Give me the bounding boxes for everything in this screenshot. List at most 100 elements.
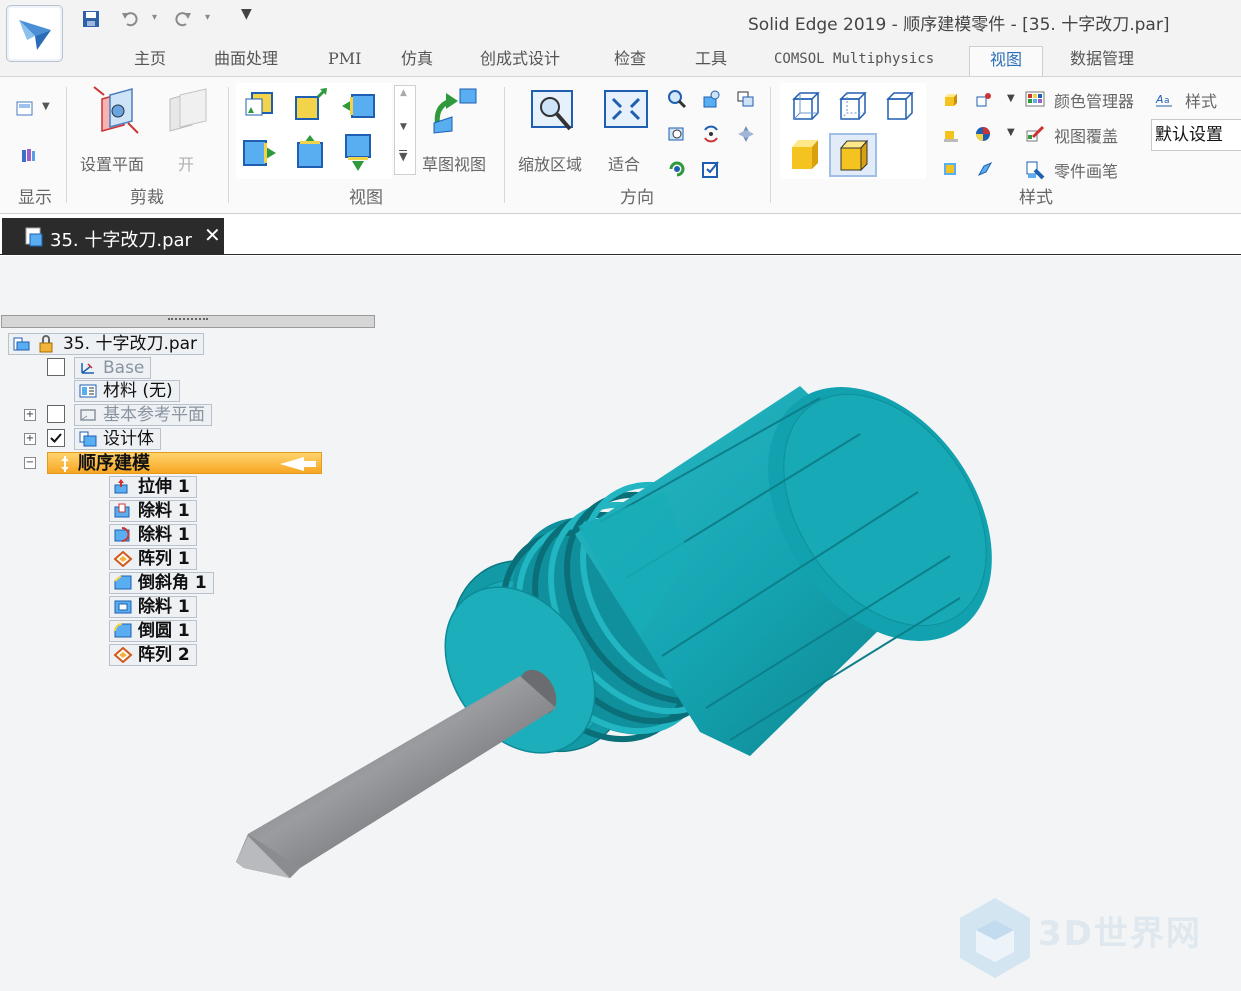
redo-icon[interactable] xyxy=(173,9,193,29)
gallery-expand-icon[interactable]: ▼ xyxy=(399,150,408,162)
view-bottom-icon[interactable] xyxy=(294,133,326,171)
tab-comsol[interactable]: COMSOL Multiphysics xyxy=(774,46,934,76)
undo-icon[interactable] xyxy=(120,9,140,29)
color-manager-icon[interactable] xyxy=(1025,90,1045,108)
gallery-scroll-down-icon[interactable]: ▼ xyxy=(400,122,407,132)
pathfinder-grip[interactable] xyxy=(1,315,375,328)
color-bars-icon[interactable] xyxy=(20,147,38,165)
tab-surfacing[interactable]: 曲面处理 xyxy=(214,46,278,76)
tab-data-management[interactable]: 数据管理 xyxy=(1070,46,1134,76)
design-body-expand-icon[interactable]: + xyxy=(24,433,36,445)
shaded-with-edges-selected[interactable] xyxy=(829,133,877,177)
tree-node-material-label: 材料 (无) xyxy=(74,380,180,402)
perspective-icon[interactable] xyxy=(976,160,994,178)
look-at-icon[interactable] xyxy=(736,124,756,144)
visible-edges-icon[interactable] xyxy=(884,91,916,123)
tree-root-label: 35. 十字改刀.par xyxy=(8,333,205,355)
base-checkbox[interactable] xyxy=(47,358,65,376)
view-overrides-icon[interactable] xyxy=(1025,125,1045,143)
tab-pmi[interactable]: PMI xyxy=(328,46,361,76)
sketch-view-label[interactable]: 草图视图 xyxy=(422,151,486,175)
styles-icon[interactable]: Aa xyxy=(1155,91,1173,109)
undo-dropdown-icon[interactable]: ▾ xyxy=(152,12,172,32)
box-shading-icon[interactable] xyxy=(942,91,960,109)
tab-generative-design[interactable]: 创成式设计 xyxy=(480,46,560,76)
set-plane-label[interactable]: 设置平面 xyxy=(80,151,144,175)
display-panes-icon[interactable] xyxy=(16,99,38,119)
redo-dropdown-icon[interactable]: ▾ xyxy=(205,12,225,32)
reference-plane-icon xyxy=(80,409,96,421)
fit-label[interactable]: 适合 xyxy=(608,151,640,175)
view-right-icon[interactable] xyxy=(340,91,376,121)
background-dropdown-icon[interactable]: ▼ xyxy=(1007,127,1015,138)
gallery-scroll[interactable]: ▲ ▼ ▼ xyxy=(394,85,416,175)
tab-view[interactable]: 视图 xyxy=(969,46,1044,76)
feature-label: 阵列 2 xyxy=(109,644,197,666)
sequential-icon xyxy=(61,456,69,472)
clip-open-icon[interactable] xyxy=(166,87,210,133)
fit-icon[interactable] xyxy=(603,89,649,131)
graphics-viewport[interactable]: 35. 十字改刀.par Base 材料 (无) + 基本参考平面 + 设计体 … xyxy=(0,256,1241,991)
sequential-collapse-icon[interactable]: − xyxy=(24,457,36,469)
pattern-icon xyxy=(113,551,133,567)
tab-tools[interactable]: 工具 xyxy=(695,46,727,76)
pan-icon[interactable] xyxy=(701,89,721,109)
view-left-icon[interactable] xyxy=(242,137,278,169)
ribbon-separator xyxy=(770,87,771,203)
sequential-label: 顺序建模 xyxy=(78,453,150,474)
design-body-checkbox[interactable] xyxy=(47,429,65,447)
rollback-marker-icon[interactable] xyxy=(280,457,320,471)
view-front-icon[interactable] xyxy=(244,91,274,121)
shaded-view-icon[interactable] xyxy=(788,137,822,173)
group-label-orient: 方向 xyxy=(620,188,654,208)
view-back-icon[interactable] xyxy=(342,133,372,173)
view-style-select[interactable]: 默认设置 xyxy=(1151,119,1241,151)
customize-quick-access-icon[interactable]: ▼ xyxy=(241,6,261,26)
lighting-icon[interactable] xyxy=(974,91,994,109)
box-reflection-icon[interactable] xyxy=(942,160,960,178)
spin-about-icon[interactable] xyxy=(667,159,687,179)
tab-simulation[interactable]: 仿真 xyxy=(401,46,433,76)
copy-view-icon[interactable] xyxy=(736,89,756,109)
rotate-icon[interactable] xyxy=(701,124,721,144)
tab-inspect[interactable]: 检查 xyxy=(614,46,646,76)
tab-home[interactable]: 主页 xyxy=(134,46,166,76)
application-button[interactable] xyxy=(6,5,63,62)
part-painter-icon[interactable] xyxy=(1025,160,1045,180)
ref-planes-expand-icon[interactable]: + xyxy=(24,409,36,421)
pattern-icon xyxy=(113,647,133,663)
zoom-area-label[interactable]: 缩放区域 xyxy=(518,151,582,175)
part-painter-label[interactable]: 零件画笔 xyxy=(1054,158,1118,182)
display-dropdown-icon[interactable]: ▼ xyxy=(42,101,50,112)
previous-view-icon[interactable] xyxy=(667,124,687,144)
save-icon[interactable] xyxy=(81,9,101,29)
wireframe-view-icon[interactable] xyxy=(790,91,822,123)
hidden-edges-dashed-icon[interactable] xyxy=(837,91,869,123)
view-overrides-label[interactable]: 视图覆盖 xyxy=(1054,123,1118,147)
color-manager-label[interactable]: 颜色管理器 xyxy=(1054,88,1134,112)
view-check-icon[interactable] xyxy=(701,159,721,179)
box-shadow-icon[interactable] xyxy=(942,125,960,143)
close-tab-icon[interactable]: ✕ xyxy=(204,223,221,247)
document-tab[interactable]: 35. 十字改刀.par ✕ xyxy=(2,218,224,255)
grip-dots xyxy=(168,318,208,321)
view-top-icon[interactable] xyxy=(294,87,328,121)
background-sphere-icon[interactable] xyxy=(974,125,992,143)
material-table-icon xyxy=(79,384,97,398)
lighting-dropdown-icon[interactable]: ▼ xyxy=(1007,93,1015,104)
zoom-icon[interactable] xyxy=(667,89,687,109)
set-clip-plane-icon[interactable] xyxy=(92,85,140,135)
lock-icon xyxy=(39,335,53,353)
render-mode-box xyxy=(780,83,926,179)
styles-label[interactable]: 样式 xyxy=(1185,88,1217,112)
ref-planes-checkbox[interactable] xyxy=(47,405,65,423)
tree-node-sequential[interactable]: 顺序建模 xyxy=(47,452,322,474)
gallery-scroll-up-icon[interactable]: ▲ xyxy=(400,88,407,98)
sketch-view-icon[interactable] xyxy=(430,87,480,135)
zoom-area-icon[interactable] xyxy=(530,89,578,135)
part-node-icon xyxy=(13,337,30,351)
shaded-with-edges-icon xyxy=(839,139,869,172)
feature-label: 倒圆 1 xyxy=(109,620,197,642)
clip-open-label[interactable]: 开 xyxy=(178,151,194,175)
shaft-front xyxy=(248,676,556,868)
